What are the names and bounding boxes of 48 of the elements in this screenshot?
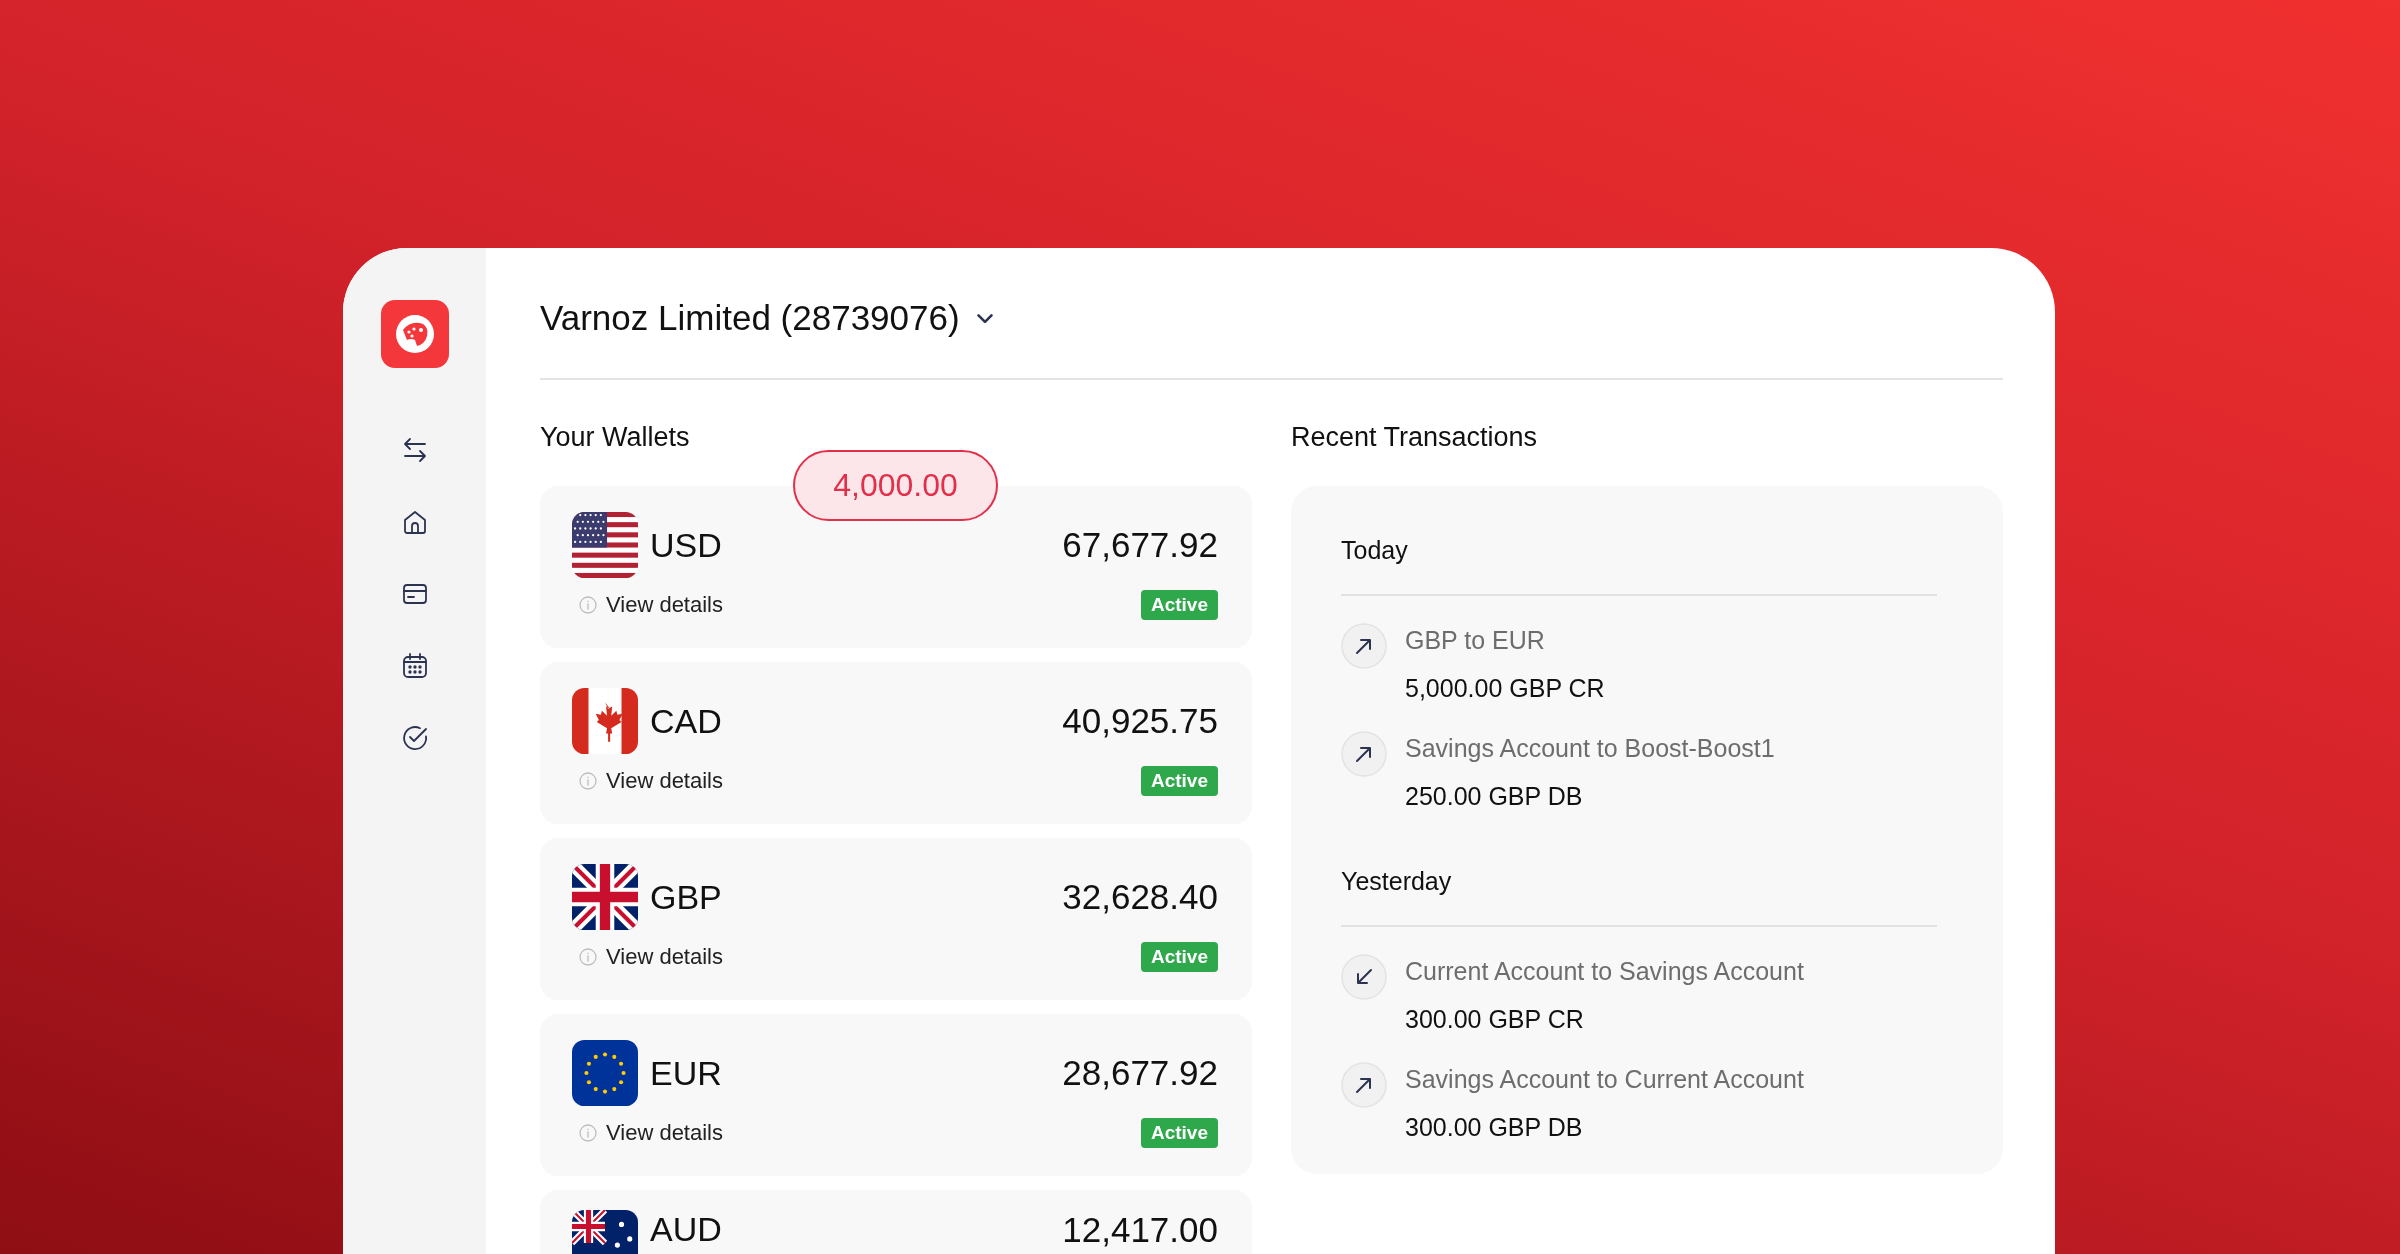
info-icon xyxy=(578,595,598,615)
view-details-link[interactable]: View details xyxy=(578,768,723,794)
transaction-description: GBP to EUR xyxy=(1405,625,1546,656)
transaction-description: Savings Account to Boost-Boost1 xyxy=(1405,733,1775,764)
arrow-down-left-icon xyxy=(1341,954,1387,1000)
currency-code: EUR xyxy=(650,1053,722,1093)
arrow-up-right-icon xyxy=(1341,623,1387,669)
wallet-card[interactable]: GBP 32,628.40 View details Active xyxy=(540,838,1252,1000)
status-badge: Active xyxy=(1140,590,1218,620)
transaction-description: Current Account to Savings Account xyxy=(1405,956,1804,987)
uk-flag-icon xyxy=(572,864,638,930)
view-details-link[interactable]: View details xyxy=(578,1120,723,1146)
us-flag-icon xyxy=(572,512,638,578)
amount-bubble: 4,000.00 xyxy=(793,450,998,521)
transaction-amount: 300.00 GBP DB xyxy=(1405,1112,1584,1143)
currency-code: AUD xyxy=(650,1210,722,1246)
wallet-card[interactable]: CAD 40,925.75 View details Active xyxy=(540,662,1252,824)
currency-code: USD xyxy=(650,525,722,565)
wallet-balance: 32,628.40 xyxy=(1062,877,1218,917)
info-icon xyxy=(578,947,598,967)
company-selector[interactable]: Varnoz Limited (28739076) xyxy=(540,296,998,340)
info-icon xyxy=(578,1123,598,1143)
transaction-amount: 5,000.00 GBP CR xyxy=(1405,673,1605,704)
status-badge: Active xyxy=(1140,1118,1218,1148)
section-title: Your Wallets xyxy=(540,421,691,454)
arrow-up-right-icon xyxy=(1341,1062,1387,1108)
wallet-balance: 28,677.92 xyxy=(1062,1053,1218,1093)
status-badge: Active xyxy=(1140,942,1218,972)
wallet-balance: 67,677.92 xyxy=(1062,525,1218,565)
canada-flag-icon xyxy=(572,688,638,754)
date-heading: Yesterday xyxy=(1341,813,1937,927)
wallet-balance: 12,417.00 xyxy=(1062,1210,1218,1247)
date-heading: Today xyxy=(1341,502,1937,596)
currency-code: CAD xyxy=(650,701,722,741)
info-icon xyxy=(578,771,598,791)
wallet-card[interactable]: EUR 28,677.92 View details Active xyxy=(540,1014,1252,1176)
wallet-card[interactable]: AUD 12,417.00 xyxy=(540,1190,1252,1254)
transaction-amount: 300.00 GBP CR xyxy=(1405,1004,1585,1035)
status-badge: Active xyxy=(1140,766,1218,796)
view-details-link[interactable]: View details xyxy=(578,592,723,618)
section-title: Recent Transactions xyxy=(1291,421,1539,454)
view-details-link[interactable]: View details xyxy=(578,944,723,970)
currency-code: GBP xyxy=(650,877,722,917)
wallet-balance: 40,925.75 xyxy=(1062,701,1218,741)
eu-flag-icon xyxy=(572,1040,638,1106)
arrow-up-right-icon xyxy=(1341,731,1387,777)
transaction-amount: 250.00 GBP DB xyxy=(1405,781,1584,812)
transaction-description: Savings Account to Current Account xyxy=(1405,1064,1804,1095)
